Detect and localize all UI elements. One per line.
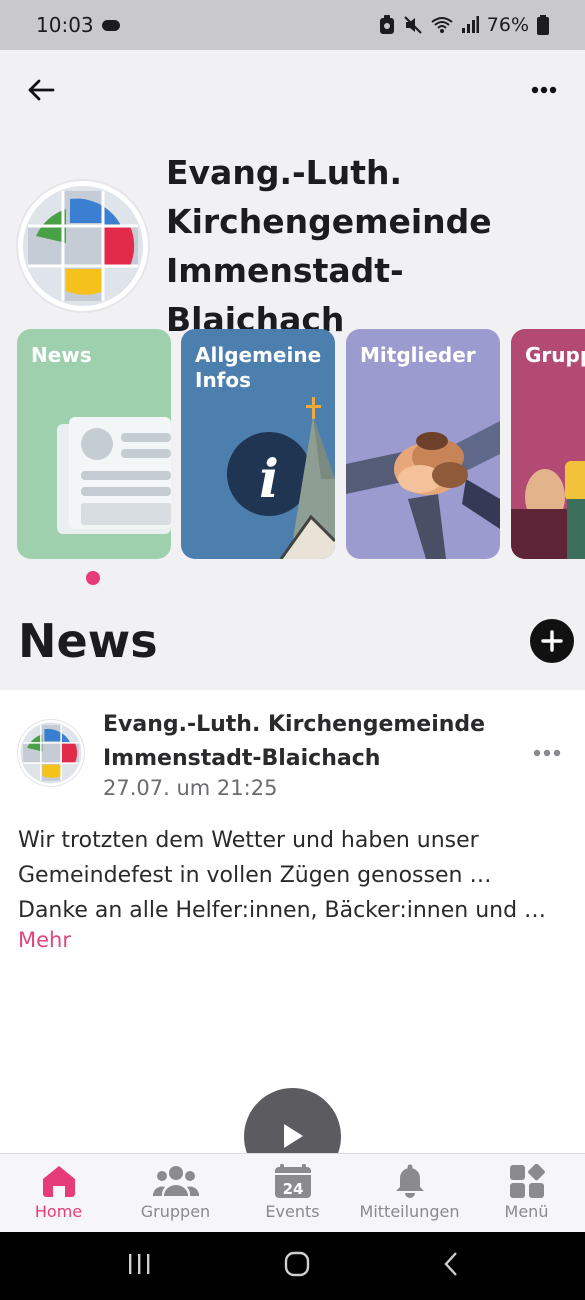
community-name-line: Kirchengemeinde — [166, 202, 492, 241]
nav-label: Events — [265, 1202, 320, 1221]
groups-icon — [152, 1166, 199, 1196]
chevron-left-icon — [443, 1252, 457, 1276]
news-section-header: News — [18, 610, 574, 672]
arrow-left-icon — [28, 79, 55, 101]
community-header: Evang.-Luth. Kirchengemeinde Immenstadt-… — [18, 148, 573, 344]
nav-menu[interactable]: Menü — [468, 1154, 585, 1232]
post-body-line: Wir trotzten dem Wetter und haben unser — [18, 828, 479, 853]
status-bar: 10:03 76% — [0, 0, 585, 50]
nav-label: Mitteilungen — [359, 1202, 460, 1221]
nav-label: Home — [34, 1202, 83, 1221]
cloud-icon — [101, 19, 120, 31]
more-options-button[interactable] — [527, 73, 561, 107]
community-name: Evang.-Luth. Kirchengemeinde Immenstadt-… — [166, 148, 573, 344]
community-name-line: Evang.-Luth. — [166, 153, 402, 192]
nav-events[interactable]: 24 Events — [234, 1154, 351, 1232]
nav-home[interactable]: Home — [0, 1154, 117, 1232]
grid-menu-icon — [509, 1164, 545, 1198]
svg-text:i: i — [259, 449, 279, 510]
community-logo[interactable] — [18, 181, 148, 311]
avatar[interactable] — [18, 720, 84, 786]
nav-groups[interactable]: Gruppen — [117, 1154, 234, 1232]
news-post[interactable]: Evang.-Luth. Kirchengemeinde Immenstadt-… — [0, 690, 585, 1155]
calendar-day-number: 24 — [282, 1180, 303, 1198]
play-icon — [283, 1124, 303, 1148]
card-label: Allgemeine Infos — [195, 343, 321, 393]
post-body: Wir trotzten dem Wetter und haben unser … — [18, 823, 574, 928]
post-timestamp: 27.07. um 21:25 — [103, 776, 278, 800]
carousel-page-indicator — [86, 571, 100, 585]
home-system-button[interactable] — [284, 1251, 310, 1281]
battery-percentage: 76% — [486, 14, 529, 36]
add-news-button[interactable] — [530, 619, 574, 663]
card-label: Grupp — [525, 343, 585, 367]
card-news[interactable]: News — [17, 329, 171, 559]
feature-carousel[interactable]: News i Allgemeine Infos Mitglieder Grup — [17, 329, 585, 561]
home-icon — [42, 1166, 75, 1197]
app-bar — [0, 50, 585, 130]
post-options-button[interactable] — [533, 742, 561, 761]
plus-circle-icon — [541, 630, 563, 652]
news-section-title: News — [18, 614, 158, 668]
card-general-info[interactable]: i Allgemeine Infos — [181, 329, 335, 559]
post-author-line: Immenstadt-Blaichach — [103, 746, 381, 771]
more-horizontal-icon — [533, 749, 561, 757]
home-circle-icon — [284, 1251, 309, 1277]
back-system-button[interactable] — [443, 1251, 459, 1281]
bell-icon — [395, 1164, 424, 1198]
post-author[interactable]: Evang.-Luth. Kirchengemeinde Immenstadt-… — [103, 708, 503, 776]
wifi-icon — [431, 16, 453, 34]
mute-icon — [403, 15, 423, 35]
post-body-line: Danke an alle Helfer:innen, Bäcker:innen… — [18, 898, 547, 923]
system-navigation-bar — [0, 1232, 585, 1300]
more-horizontal-icon — [531, 86, 557, 94]
card-members[interactable]: Mitglieder — [346, 329, 500, 559]
read-more-link[interactable]: Mehr — [18, 928, 71, 952]
card-groups[interactable]: Grupp — [511, 329, 585, 559]
card-label-line: Infos — [195, 368, 252, 392]
signal-icon — [461, 16, 479, 34]
card-label-line: Allgemeine — [195, 343, 322, 367]
status-icons: 76% — [379, 14, 549, 36]
nfc-icon — [379, 15, 395, 35]
nav-label: Gruppen — [140, 1202, 211, 1221]
post-body-line: Gemeindefest in vollen Zügen genossen … — [18, 863, 492, 888]
recent-apps-icon — [128, 1254, 149, 1274]
calendar-icon: 24 — [274, 1164, 311, 1198]
nav-notifications[interactable]: Mitteilungen — [351, 1154, 468, 1232]
status-time: 10:03 — [36, 13, 94, 37]
battery-icon — [537, 15, 549, 35]
bottom-navigation: Home Gruppen 24 Events Mitteilungen Menü — [0, 1153, 585, 1232]
recent-apps-button[interactable] — [127, 1253, 151, 1279]
card-label: News — [31, 343, 92, 367]
card-label: Mitglieder — [360, 343, 476, 367]
back-button[interactable] — [24, 73, 58, 107]
post-author-line: Evang.-Luth. Kirchengemeinde — [103, 712, 486, 737]
nav-label: Menü — [504, 1202, 549, 1221]
